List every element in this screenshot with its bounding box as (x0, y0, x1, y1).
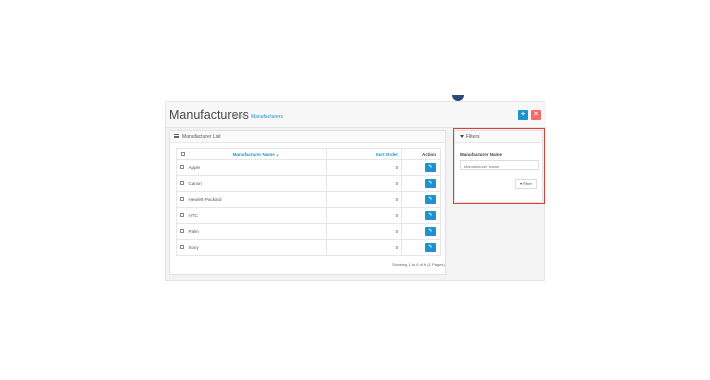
sort-asc-icon: ▲ (276, 152, 280, 157)
sort-order-value: 0 (326, 191, 403, 208)
manufacturer-name: Canon (185, 175, 328, 192)
row-checkbox[interactable] (180, 213, 184, 217)
row-checkbox[interactable] (180, 165, 184, 169)
sort-order-value: 0 (326, 175, 403, 192)
manufacturer-list-panel: Manufacturer List Manufacturer Name ▲ So… (169, 130, 446, 275)
column-header-name[interactable]: Manufacturer Name ▲ (185, 148, 328, 160)
manufacturer-name: HTC (185, 207, 328, 224)
row-checkbox[interactable] (180, 181, 184, 185)
panel-title: Manufacturer List (182, 134, 221, 140)
pencil-icon: ✎ (428, 228, 433, 234)
sort-order-value: 0 (326, 223, 403, 240)
sort-order-value: 0 (326, 159, 403, 176)
column-header-sort-order[interactable]: Sort Order (326, 148, 403, 160)
manufacturer-name: Palm (185, 223, 328, 240)
pencil-icon: ✎ (428, 164, 433, 170)
add-button[interactable]: + (518, 110, 528, 120)
pencil-icon: ✎ (428, 212, 433, 218)
edit-button[interactable]: ✎ (425, 163, 436, 172)
edit-button[interactable]: ✎ (425, 211, 436, 220)
pagination-summary: Showing 1 to 6 of 6 (1 Pages) (392, 262, 445, 267)
table-header-row: Manufacturer Name ▲ Sort Order Action (176, 148, 441, 160)
manufacturer-name: Apple (185, 159, 328, 176)
sort-order-value: 0 (326, 239, 403, 256)
table-row: Palm 0 ✎ (176, 223, 441, 240)
table-row: Sony 0 ✎ (176, 239, 441, 256)
manufacturer-table: Manufacturer Name ▲ Sort Order Action Ap… (176, 148, 441, 256)
edit-button[interactable]: ✎ (425, 227, 436, 236)
highlight-annotation (453, 128, 545, 204)
breadcrumb: Home › Manufacturers (232, 114, 283, 120)
breadcrumb-home[interactable]: Home (232, 114, 245, 120)
table-row: HTC 0 ✎ (176, 207, 441, 224)
table-row: Apple 0 ✎ (176, 159, 441, 176)
plus-icon: + (520, 111, 526, 118)
screen: Manufacturers Home › Manufacturers + × Man… (0, 0, 710, 380)
edit-button[interactable]: ✎ (425, 243, 436, 252)
edit-button[interactable]: ✎ (425, 179, 436, 188)
breadcrumb-separator: › (247, 114, 250, 120)
pencil-icon: ✎ (428, 196, 433, 202)
select-all-checkbox[interactable] (180, 151, 185, 156)
manufacturer-name: Sony (185, 239, 328, 256)
pencil-icon: ✎ (428, 244, 433, 250)
row-checkbox[interactable] (180, 229, 184, 233)
page-header: Manufacturers Home › Manufacturers + × (166, 102, 546, 128)
delete-button[interactable]: × (531, 110, 541, 120)
row-checkbox[interactable] (180, 197, 184, 201)
row-checkbox[interactable] (180, 245, 184, 249)
table-row: Hewlett-Packard 0 ✎ (176, 191, 441, 208)
list-icon (174, 134, 179, 138)
edit-button[interactable]: ✎ (425, 195, 436, 204)
trash-icon: × (533, 111, 539, 118)
column-header-action: Action (401, 148, 441, 160)
breadcrumb-manufacturers[interactable]: Manufacturers (251, 114, 283, 120)
pencil-icon: ✎ (428, 180, 433, 186)
sort-order-value: 0 (326, 207, 403, 224)
manufacturer-name: Hewlett-Packard (185, 191, 328, 208)
table-row: Canon 0 ✎ (176, 175, 441, 192)
panel-heading: Manufacturer List (170, 131, 445, 143)
